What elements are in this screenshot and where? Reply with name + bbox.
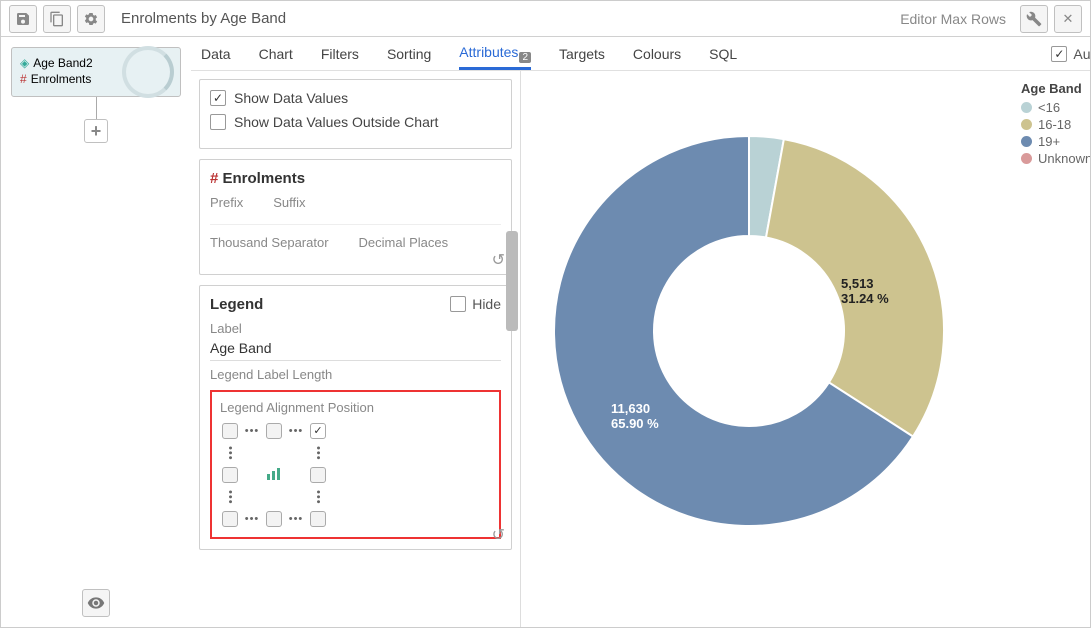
query-rail: ◈ Age Band2 # Enrolments +: [1, 37, 191, 627]
save-button[interactable]: [9, 5, 37, 33]
auto-checkbox[interactable]: [1051, 46, 1067, 62]
reset-icon[interactable]: ↺: [492, 250, 505, 270]
preview-button[interactable]: [82, 589, 110, 617]
query-field-measure: Enrolments: [31, 72, 92, 86]
legend-item[interactable]: Unknown: [1021, 151, 1090, 166]
chart-legend: Age Band <1616-1819+Unknown: [1021, 81, 1090, 168]
hash-icon: #: [210, 170, 223, 187]
align-tl[interactable]: [222, 423, 238, 439]
copy-button[interactable]: [43, 5, 71, 33]
align-tr[interactable]: [310, 423, 326, 439]
legend-item[interactable]: 16-18: [1021, 117, 1090, 132]
legend-label-input[interactable]: Age Band: [210, 336, 501, 361]
align-bc[interactable]: [266, 511, 282, 527]
decimal-label[interactable]: Decimal Places: [359, 235, 449, 250]
tab-sorting[interactable]: Sorting: [387, 40, 431, 68]
align-br[interactable]: [310, 511, 326, 527]
hash-icon: #: [20, 72, 27, 86]
attributes-panel: Show Data Values Show Data Values Outsid…: [191, 71, 521, 627]
legend-swatch: [1021, 136, 1032, 147]
tab-targets[interactable]: Targets: [559, 40, 605, 68]
tab-chart[interactable]: Chart: [259, 40, 293, 68]
scrollbar-thumb[interactable]: [506, 231, 518, 331]
prefix-label[interactable]: Prefix: [210, 195, 243, 210]
add-node-button[interactable]: +: [84, 119, 108, 143]
thousand-label[interactable]: Thousand Separator: [210, 235, 329, 250]
series-card: # Enrolments PrefixSuffix Thousand Separ…: [199, 159, 512, 275]
show-data-values-checkbox[interactable]: [210, 90, 226, 106]
legend-swatch: [1021, 153, 1032, 164]
align-tc[interactable]: [266, 423, 282, 439]
donut-chart: 5,513 31.24 % 11,630 65.90 %: [531, 81, 1011, 561]
tab-attributes[interactable]: Attributes2: [459, 38, 531, 70]
align-mr[interactable]: [310, 467, 326, 483]
connector-line: [96, 97, 97, 119]
slice-label-1618: 5,513 31.24 %: [841, 276, 889, 306]
cube-icon: ◈: [20, 56, 29, 70]
reset-icon[interactable]: ↺: [492, 525, 505, 545]
page-title: Enrolments by Age Band: [111, 10, 894, 27]
legend-swatch: [1021, 119, 1032, 130]
tab-sql[interactable]: SQL: [709, 40, 737, 68]
query-node[interactable]: ◈ Age Band2 # Enrolments: [11, 47, 181, 97]
slice-label-19plus: 11,630 65.90 %: [611, 401, 659, 431]
legend-card: Hide Legend Label Age Band Legend Label …: [199, 285, 512, 550]
suffix-label[interactable]: Suffix: [273, 195, 305, 210]
show-values-card: Show Data Values Show Data Values Outsid…: [199, 79, 512, 149]
settings-button[interactable]: [77, 5, 105, 33]
auto-toggle[interactable]: Auto: [1051, 46, 1090, 62]
tab-bar: Data Chart Filters Sorting Attributes2 T…: [191, 37, 1090, 71]
legend-item[interactable]: <16: [1021, 100, 1090, 115]
top-toolbar: Enrolments by Age Band Editor Max Rows ✕: [1, 1, 1090, 37]
legend-length-label[interactable]: Legend Label Length: [210, 367, 501, 382]
tab-colours[interactable]: Colours: [633, 40, 681, 68]
wrench-button[interactable]: [1020, 5, 1048, 33]
align-bl[interactable]: [222, 511, 238, 527]
tab-data[interactable]: Data: [201, 40, 231, 68]
tab-filters[interactable]: Filters: [321, 40, 359, 68]
align-ml[interactable]: [222, 467, 238, 483]
legend-item[interactable]: 19+: [1021, 134, 1090, 149]
chart-icon: [266, 468, 282, 483]
chart-area: 5,513 31.24 % 11,630 65.90 % Age Band <1…: [521, 71, 1090, 627]
attributes-badge: 2: [519, 52, 531, 63]
hide-legend-checkbox[interactable]: [450, 296, 466, 312]
legend-swatch: [1021, 102, 1032, 113]
legend-label-caption: Label: [210, 321, 501, 336]
show-outside-checkbox[interactable]: [210, 114, 226, 130]
close-button[interactable]: ✕: [1054, 5, 1082, 33]
editor-max-rows-label[interactable]: Editor Max Rows: [900, 11, 1006, 27]
query-field-dimension: Age Band2: [33, 56, 92, 70]
legend-align-group: Legend Alignment Position •••••• •••••• …: [210, 390, 501, 539]
